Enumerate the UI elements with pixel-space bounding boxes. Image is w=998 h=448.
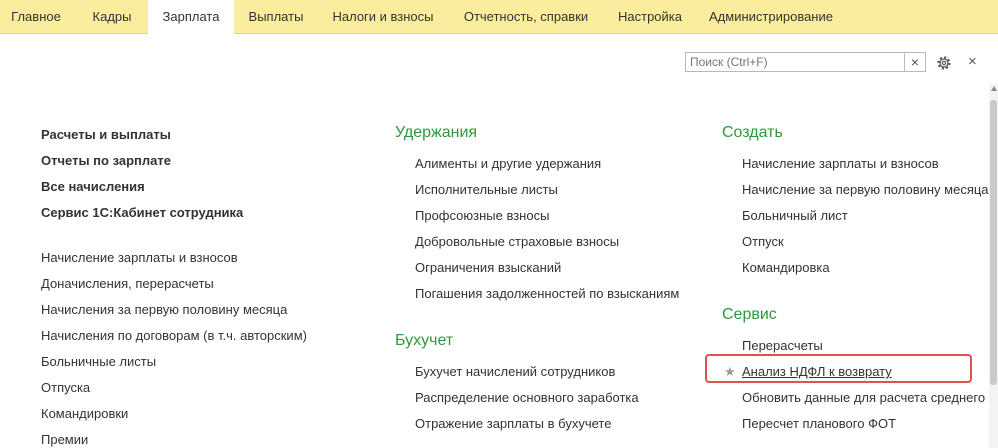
tab-administration[interactable]: Администрирование: [702, 0, 840, 33]
link-alimony[interactable]: Алименты и другие удержания: [415, 156, 601, 171]
star-icon[interactable]: ★: [724, 364, 736, 380]
section-title-create: Создать: [722, 124, 783, 141]
link-all-accruals[interactable]: Все начисления: [41, 179, 145, 194]
link-service-recalculations[interactable]: Перерасчеты: [742, 338, 823, 353]
link-create-payroll[interactable]: Начисление зарплаты и взносов: [742, 156, 939, 171]
link-employee-accounting[interactable]: Бухучет начислений сотрудников: [415, 364, 615, 379]
link-create-first-half[interactable]: Начисление за первую половину месяца: [742, 182, 989, 197]
section-title-deductions: Удержания: [395, 124, 478, 141]
tab-settings[interactable]: Настройка: [608, 0, 692, 33]
tab-taxes[interactable]: Налоги и взносы: [322, 0, 444, 33]
section-title-accounting: Бухучет: [395, 332, 454, 349]
link-update-average-data[interactable]: Обновить данные для расчета среднего: [742, 390, 985, 405]
link-debt-repayment[interactable]: Погашения задолженностей по взысканиям: [415, 286, 679, 301]
link-sick-leaves[interactable]: Больничные листы: [41, 354, 156, 369]
section-title-service: Сервис: [722, 306, 777, 323]
link-first-half-accruals[interactable]: Начисления за первую половину месяца: [41, 302, 287, 317]
link-business-trips[interactable]: Командировки: [41, 406, 128, 421]
link-calculations-payments[interactable]: Расчеты и выплаты: [41, 127, 171, 142]
search-clear-button[interactable]: ×: [905, 52, 926, 72]
link-create-sick-leave[interactable]: Больничный лист: [742, 208, 848, 223]
close-icon[interactable]: ×: [968, 53, 977, 70]
tab-personnel[interactable]: Кадры: [79, 0, 145, 33]
tab-main[interactable]: Главное: [3, 0, 69, 33]
tab-salary[interactable]: Зарплата: [148, 0, 234, 34]
link-writs[interactable]: Исполнительные листы: [415, 182, 558, 197]
gear-icon[interactable]: [935, 54, 953, 72]
top-menu-bar: Главное Кадры Зарплата Выплаты Налоги и …: [0, 0, 998, 34]
scroll-up-arrow-icon[interactable]: [991, 86, 997, 91]
link-bonuses[interactable]: Премии: [41, 432, 88, 447]
link-salary-reports[interactable]: Отчеты по зарплате: [41, 153, 171, 168]
link-payroll-accrual[interactable]: Начисление зарплаты и взносов: [41, 250, 238, 265]
link-create-business-trip[interactable]: Командировка: [742, 260, 830, 275]
link-vacations[interactable]: Отпуска: [41, 380, 90, 395]
search-input[interactable]: [686, 53, 894, 71]
tab-payments[interactable]: Выплаты: [240, 0, 312, 33]
link-create-vacation[interactable]: Отпуск: [742, 234, 784, 249]
scroll-thumb[interactable]: [990, 100, 997, 385]
link-union-fees[interactable]: Профсоюзные взносы: [415, 208, 549, 223]
link-ndfl-refund-analysis[interactable]: Анализ НДФЛ к возврату: [742, 364, 892, 379]
link-recalculations[interactable]: Доначисления, перерасчеты: [41, 276, 214, 291]
link-base-earnings-distribution[interactable]: Распределение основного заработка: [415, 390, 639, 405]
link-collection-limits[interactable]: Ограничения взысканий: [415, 260, 561, 275]
link-salary-posting[interactable]: Отражение зарплаты в бухучете: [415, 416, 611, 431]
link-voluntary-insurance[interactable]: Добровольные страховые взносы: [415, 234, 619, 249]
tab-reports[interactable]: Отчетность, справки: [454, 0, 598, 33]
link-recalc-planned-payroll[interactable]: Пересчет планового ФОТ: [742, 416, 896, 431]
link-contract-accruals[interactable]: Начисления по договорам (в т.ч. авторски…: [41, 328, 307, 343]
search-field[interactable]: [685, 52, 905, 72]
link-employee-cabinet[interactable]: Сервис 1С:Кабинет сотрудника: [41, 205, 243, 220]
